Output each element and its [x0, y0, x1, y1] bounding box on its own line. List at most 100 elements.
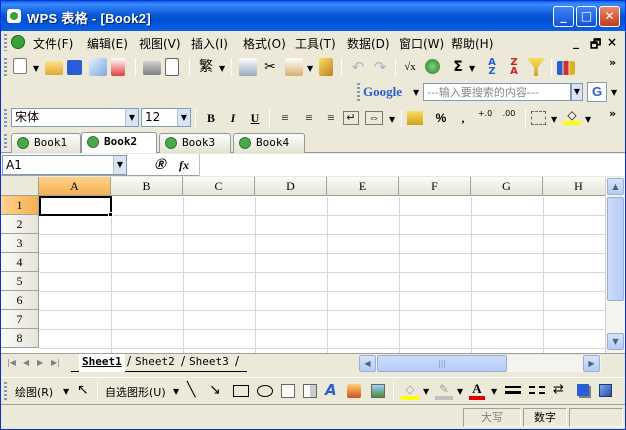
menu-window[interactable]: 窗口(W): [399, 35, 444, 52]
column-header[interactable]: E: [327, 177, 399, 196]
cell-area[interactable]: [40, 197, 605, 353]
column-header[interactable]: D: [255, 177, 327, 196]
select-pointer-icon[interactable]: ↖: [77, 382, 89, 398]
tab-book1[interactable]: Book1: [11, 133, 81, 153]
mdi-minimize-button[interactable]: _: [573, 35, 579, 49]
close-button[interactable]: ✕: [599, 6, 620, 27]
document-icon[interactable]: [11, 35, 25, 49]
currency-format-icon[interactable]: [407, 111, 423, 125]
title-bar[interactable]: WPS 表格 - [Book2] _ □ ✕: [1, 1, 625, 31]
google-toolbar-grip[interactable]: [357, 83, 360, 101]
oval-icon[interactable]: [257, 385, 273, 397]
chevron-down-icon[interactable]: ▼: [33, 64, 39, 73]
chart-icon[interactable]: [557, 61, 575, 75]
rectangle-icon[interactable]: [233, 385, 249, 397]
shadow-style-icon[interactable]: [577, 384, 589, 396]
row-header[interactable]: 4: [1, 253, 39, 272]
google-logo[interactable]: Google: [363, 84, 402, 100]
autosum-icon[interactable]: Σ: [449, 58, 467, 76]
chevron-down-icon[interactable]: ▼: [551, 115, 557, 124]
last-sheet-button[interactable]: ▶|: [51, 358, 60, 367]
menu-help[interactable]: 帮助(H): [451, 35, 493, 52]
increase-decimal-button[interactable]: +.0: [475, 109, 495, 127]
align-right-icon[interactable]: ≡: [321, 109, 341, 127]
menu-view[interactable]: 视图(V): [139, 35, 181, 52]
chevron-down-icon[interactable]: ▼: [611, 88, 617, 97]
row-header[interactable]: 6: [1, 291, 39, 310]
hyperlink-icon[interactable]: [425, 59, 440, 74]
vertical-scrollbar[interactable]: ▲ ▼: [605, 177, 625, 353]
chevron-down-icon[interactable]: ▼: [177, 109, 190, 126]
search-function-icon[interactable]: Ⓡ: [151, 156, 169, 174]
wrap-text-icon[interactable]: ↵: [343, 111, 359, 125]
menu-edit[interactable]: 编辑(E): [87, 35, 128, 52]
decrease-decimal-button[interactable]: .00: [499, 109, 519, 127]
line-icon[interactable]: ╲: [187, 382, 195, 398]
line-style-icon[interactable]: [505, 386, 521, 394]
sheet-tab-sheet3[interactable]: Sheet3: [189, 354, 229, 372]
next-sheet-button[interactable]: ▶: [37, 358, 43, 367]
font-size-select[interactable]: 12 ▼: [141, 108, 191, 127]
column-header[interactable]: G: [471, 177, 543, 196]
borders-icon[interactable]: [531, 111, 546, 125]
menubar-grip[interactable]: [4, 34, 7, 51]
sheet-tab-sheet1[interactable]: Sheet1: [79, 354, 125, 372]
new-icon[interactable]: [13, 58, 27, 74]
row-header[interactable]: 2: [1, 215, 39, 234]
tab-book4[interactable]: Book4: [233, 133, 305, 153]
line-color-icon[interactable]: ✎: [435, 382, 453, 400]
scroll-right-button[interactable]: ▶: [583, 355, 600, 372]
row-header[interactable]: 5: [1, 272, 39, 291]
sort-ascending-icon[interactable]: AZ: [483, 58, 501, 77]
vertical-textbox-icon[interactable]: [303, 384, 317, 398]
redo-icon[interactable]: ↷: [371, 58, 389, 76]
traditional-chinese-icon[interactable]: 繁: [197, 58, 215, 76]
arrow-style-icon[interactable]: ⇄: [553, 382, 564, 397]
fill-color-icon[interactable]: ◇: [563, 109, 581, 125]
format-painter-icon[interactable]: [319, 58, 333, 76]
column-header[interactable]: C: [183, 177, 255, 196]
minimize-button[interactable]: _: [553, 6, 574, 27]
3d-style-icon[interactable]: [599, 384, 612, 397]
copy-icon[interactable]: [239, 58, 257, 76]
fill-handle[interactable]: [108, 212, 113, 217]
first-sheet-button[interactable]: |◀: [7, 358, 16, 367]
toolbar-more-button[interactable]: »: [609, 107, 616, 120]
arrow-icon[interactable]: ↘: [209, 382, 221, 398]
font-color-icon[interactable]: A: [469, 381, 485, 400]
menu-tools[interactable]: 工具(T): [295, 35, 336, 52]
google-search-button[interactable]: G: [587, 82, 607, 102]
tab-book2[interactable]: Book2: [81, 132, 157, 153]
fill-color-icon[interactable]: ◇: [401, 382, 419, 400]
maximize-button[interactable]: □: [576, 6, 597, 27]
horizontal-scrollbar[interactable]: ◀ ||| ▶: [359, 355, 601, 372]
mdi-close-button[interactable]: ×: [607, 35, 617, 49]
align-center-icon[interactable]: ≡: [299, 109, 319, 127]
tabs-grip[interactable]: [4, 134, 7, 150]
align-left-icon[interactable]: ≡: [275, 109, 295, 127]
cut-icon[interactable]: ✂: [261, 58, 279, 76]
autoshapes-menu-button[interactable]: 自选图形(U): [105, 384, 166, 400]
menu-file[interactable]: 文件(F): [33, 35, 73, 52]
chevron-down-icon[interactable]: ▼: [307, 64, 313, 73]
print-preview-icon[interactable]: [165, 58, 179, 76]
textbox-icon[interactable]: [281, 384, 295, 398]
wordart-icon[interactable]: A: [325, 381, 337, 399]
menu-data[interactable]: 数据(D): [347, 35, 390, 52]
chevron-down-icon[interactable]: ▼: [113, 156, 126, 174]
column-header[interactable]: F: [399, 177, 471, 196]
menu-format[interactable]: 格式(O): [243, 35, 286, 52]
font-name-select[interactable]: 宋体 ▼: [11, 108, 139, 127]
toolbar-grip[interactable]: [4, 58, 7, 76]
open-icon[interactable]: [45, 61, 63, 75]
chevron-down-icon[interactable]: ▼: [423, 387, 429, 396]
insert-function-button[interactable]: fx: [175, 156, 193, 174]
percent-button[interactable]: %: [431, 109, 451, 127]
merge-center-icon[interactable]: ⇔: [365, 111, 383, 125]
chevron-down-icon[interactable]: ▼: [413, 88, 419, 97]
italic-button[interactable]: I: [223, 109, 243, 127]
clipart-icon[interactable]: [347, 384, 361, 398]
row-header[interactable]: 7: [1, 310, 39, 329]
chevron-down-icon[interactable]: ▼: [219, 64, 225, 73]
bold-button[interactable]: B: [201, 109, 221, 127]
